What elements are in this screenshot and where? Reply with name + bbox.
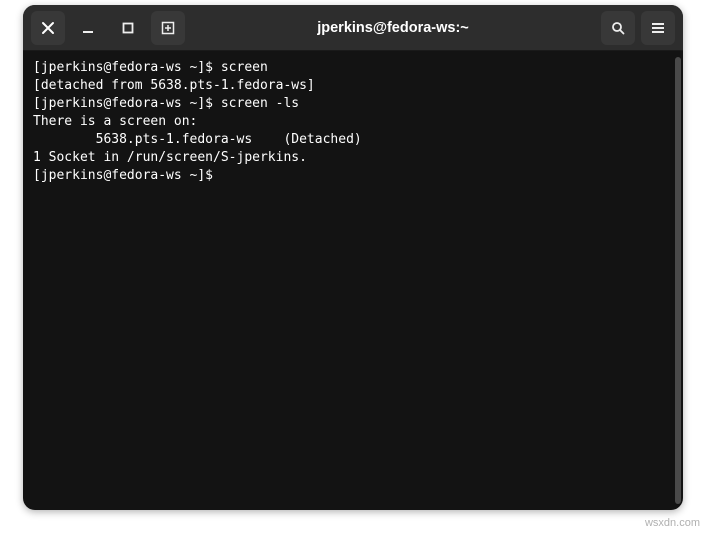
- menu-button[interactable]: [641, 11, 675, 45]
- minimize-button[interactable]: [71, 11, 105, 45]
- close-button[interactable]: [31, 11, 65, 45]
- terminal-window: jperkins@fedora-ws:~ [jperkins@fedora-ws…: [23, 5, 683, 510]
- scrollbar-thumb[interactable]: [675, 57, 681, 504]
- window-title: jperkins@fedora-ws:~: [191, 20, 595, 36]
- titlebar: jperkins@fedora-ws:~: [23, 5, 683, 51]
- terminal-area[interactable]: [jperkins@fedora-ws ~]$ screen [detached…: [23, 51, 683, 510]
- search-icon: [610, 20, 626, 36]
- scrollbar[interactable]: [673, 51, 683, 510]
- hamburger-icon: [650, 20, 666, 36]
- watermark: wsxdn.com: [645, 517, 700, 529]
- minimize-icon: [80, 20, 96, 36]
- terminal-output[interactable]: [jperkins@fedora-ws ~]$ screen [detached…: [23, 51, 673, 510]
- new-tab-icon: [160, 20, 176, 36]
- maximize-icon: [120, 20, 136, 36]
- search-button[interactable]: [601, 11, 635, 45]
- maximize-button[interactable]: [111, 11, 145, 45]
- new-tab-button[interactable]: [151, 11, 185, 45]
- close-icon: [40, 20, 56, 36]
